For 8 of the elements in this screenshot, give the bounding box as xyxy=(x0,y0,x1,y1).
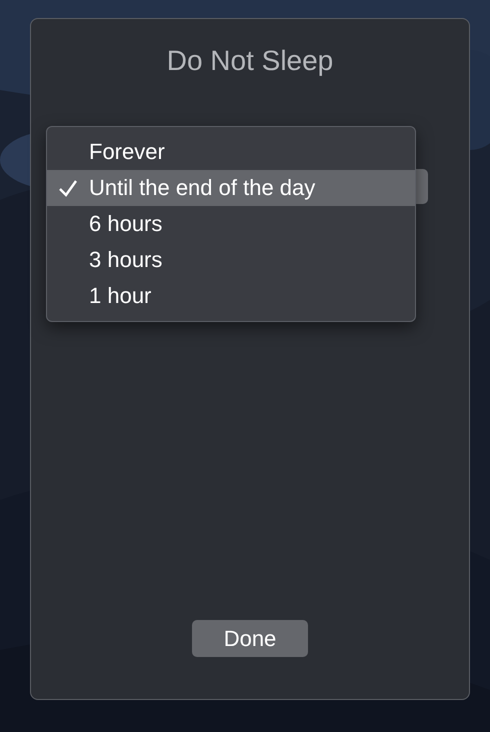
menu-item[interactable]: Until the end of the day xyxy=(47,170,415,206)
menu-item[interactable]: 1 hour xyxy=(47,278,415,314)
done-button[interactable]: Done xyxy=(192,620,308,657)
window-title: Do Not Sleep xyxy=(166,45,334,77)
menu-item[interactable]: Forever xyxy=(47,134,415,170)
menu-item[interactable]: 6 hours xyxy=(47,206,415,242)
checkmark-icon xyxy=(57,179,79,197)
menu-item[interactable]: 3 hours xyxy=(47,242,415,278)
